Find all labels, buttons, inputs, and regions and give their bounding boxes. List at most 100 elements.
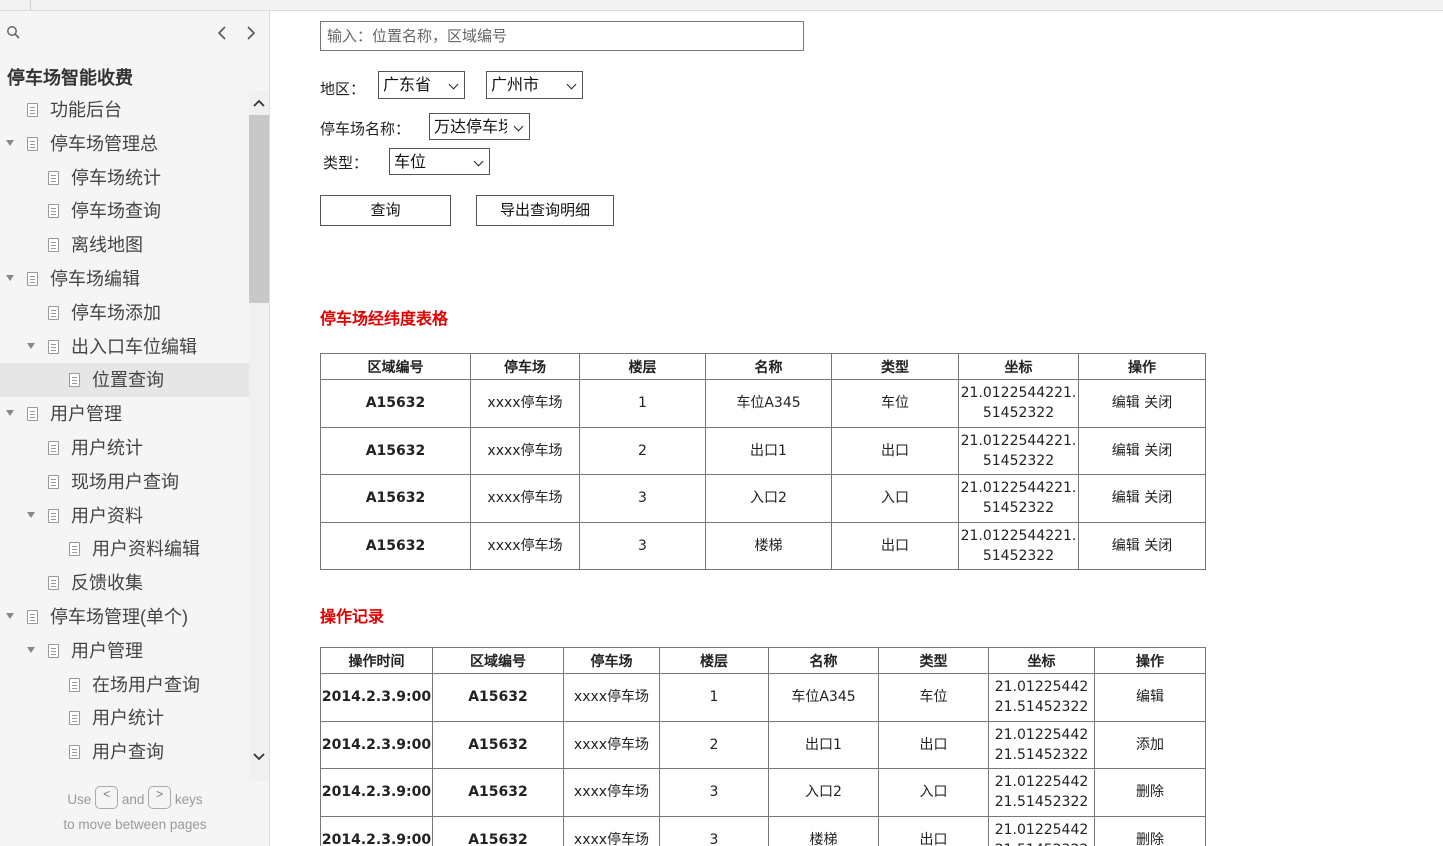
table-cell: xxxx停车场 <box>470 521 580 570</box>
coord-line-2: 21.51452322 <box>994 699 1089 716</box>
sidebar-item[interactable]: 用户资料编辑 <box>0 532 249 566</box>
table-row: A15632 xxxx停车场 3 楼梯 出口 21.0122544221. 51452322… <box>320 521 1206 570</box>
sidebar-item[interactable]: 在场用户查询 <box>0 668 249 702</box>
sidebar-item[interactable]: 离线地图 <box>0 228 249 262</box>
sidebar-item[interactable]: 用户统计 <box>0 431 249 465</box>
coord-line-2: 51452322 <box>982 452 1055 469</box>
table-cell: 出口1 <box>768 720 879 769</box>
province-select[interactable]: 广东省 <box>378 71 465 99</box>
sidebar-item-label: 停车场编辑 <box>50 268 140 289</box>
scroll-down-icon[interactable] <box>251 749 267 765</box>
table-cell: 入口2 <box>768 768 879 817</box>
next-page-icon[interactable] <box>242 23 260 43</box>
expand-arrow-icon[interactable] <box>27 646 35 653</box>
expand-arrow-icon[interactable] <box>27 342 35 349</box>
coord-line-1: 21.01225442 <box>994 821 1089 838</box>
table-cell: xxxx停车场 <box>563 815 660 846</box>
document-icon <box>48 508 59 523</box>
coord-line-1: 21.0122544221. <box>960 480 1077 497</box>
search-input[interactable] <box>320 21 804 51</box>
prev-page-icon[interactable] <box>213 23 231 43</box>
table-cell: 2014.2.3.9:00 <box>320 720 433 769</box>
type-select[interactable]: 车位 <box>389 148 490 175</box>
top-divider <box>30 0 31 11</box>
query-button[interactable]: 查询 <box>320 195 451 226</box>
table-cell: A15632 <box>320 379 471 428</box>
coord-line-2: 51452322 <box>982 500 1055 517</box>
sidebar-item[interactable]: 反馈收集 <box>0 566 249 600</box>
close-link[interactable]: 关闭 <box>1144 490 1172 506</box>
column-header: 坐标 <box>988 647 1095 674</box>
type-label: 类型： <box>323 154 369 172</box>
sidebar-scroll-thumb[interactable] <box>249 115 269 303</box>
sidebar-item-label: 用户资料 <box>71 505 143 526</box>
sidebar-item[interactable]: 停车场编辑 <box>0 262 249 296</box>
table-cell: 入口 <box>878 768 989 817</box>
expand-arrow-icon[interactable] <box>6 139 14 146</box>
expand-arrow-icon[interactable] <box>6 410 14 417</box>
coord-line-1: 21.01225442 <box>994 774 1089 791</box>
table-cell: 1 <box>579 379 706 428</box>
sidebar-item-label: 停车场查询 <box>71 201 161 222</box>
sidebar-item-label: 出入口车位编辑 <box>71 336 197 357</box>
sidebar-item[interactable]: 停车场管理总 <box>0 127 249 161</box>
city-select[interactable]: 广州市 <box>486 71 583 99</box>
sidebar-item[interactable]: 停车场查询 <box>0 194 249 228</box>
coord-cell: 21.01225442 21.51452322 <box>988 673 1095 722</box>
expand-arrow-icon[interactable] <box>27 511 35 518</box>
sidebar-item-label: 停车场管理(单个) <box>50 606 188 627</box>
edit-link[interactable]: 编辑 <box>1112 490 1140 506</box>
search-icon[interactable] <box>6 25 22 41</box>
table-cell: A15632 <box>432 768 564 817</box>
action-link[interactable]: 删除 <box>1094 768 1206 817</box>
sidebar-item[interactable]: 停车场添加 <box>0 296 249 330</box>
sidebar-item[interactable]: 用户管理 <box>0 397 249 431</box>
sidebar-item-label: 停车场管理总 <box>50 133 158 154</box>
table-cell: 出口 <box>831 521 959 570</box>
document-icon <box>48 440 59 455</box>
table-cell: 2014.2.3.9:00 <box>320 815 433 846</box>
table-cell: A15632 <box>320 426 471 475</box>
close-link[interactable]: 关闭 <box>1144 538 1172 554</box>
sidebar-item[interactable]: 现场用户查询 <box>0 465 249 499</box>
column-header: 区域编号 <box>320 353 471 380</box>
sidebar-item[interactable]: 用户资料 <box>0 499 249 533</box>
action-link[interactable]: 添加 <box>1094 720 1206 769</box>
parking-select[interactable]: 万达停车场 <box>429 113 530 140</box>
coord-line-1: 21.01225442 <box>994 726 1089 743</box>
table-row: A15632 xxxx停车场 3 入口2 入口 21.0122544221. 5145232… <box>320 474 1206 523</box>
sidebar-item[interactable]: 位置查询 <box>0 363 249 398</box>
sidebar-item[interactable]: 停车场管理(单个) <box>0 600 249 634</box>
sidebar-item[interactable]: 停车场统计 <box>0 161 249 195</box>
table-row: A15632 xxxx停车场 1 车位A345 车位 21.0122544221. 5145… <box>320 379 1206 428</box>
sidebar-item-label: 反馈收集 <box>71 573 143 594</box>
sidebar-item[interactable]: 用户统计 <box>0 701 249 735</box>
sidebar-item[interactable]: 功能后台 <box>0 93 249 127</box>
column-header: 坐标 <box>958 353 1079 380</box>
edit-link[interactable]: 编辑 <box>1112 443 1140 459</box>
action-link[interactable]: 删除 <box>1094 815 1206 846</box>
table-cell: xxxx停车场 <box>563 720 660 769</box>
close-link[interactable]: 关闭 <box>1144 395 1172 411</box>
sidebar-item[interactable]: 用户查询 <box>0 735 249 769</box>
action-link[interactable]: 编辑 <box>1094 673 1206 722</box>
sidebar-item-label: 功能后台 <box>50 100 122 120</box>
edit-link[interactable]: 编辑 <box>1112 395 1140 411</box>
expand-arrow-icon[interactable] <box>6 274 14 281</box>
sidebar-item[interactable]: 出入口车位编辑 <box>0 330 249 364</box>
expand-arrow-icon[interactable] <box>6 612 14 619</box>
column-header: 操作时间 <box>320 647 433 674</box>
window-top-strip <box>0 0 1443 11</box>
export-button[interactable]: 导出查询明细 <box>476 195 614 226</box>
table-cell: xxxx停车场 <box>470 379 580 428</box>
table-cell: 车位A345 <box>705 379 832 428</box>
close-link[interactable]: 关闭 <box>1144 443 1172 459</box>
table-cell: 车位A345 <box>768 673 879 722</box>
document-icon <box>27 271 38 286</box>
scroll-up-icon[interactable] <box>251 95 267 111</box>
edit-link[interactable]: 编辑 <box>1112 538 1140 554</box>
document-icon <box>48 474 59 489</box>
sidebar-item[interactable]: 用户管理 <box>0 634 249 668</box>
column-header: 名称 <box>705 353 832 380</box>
column-header: 名称 <box>768 647 879 674</box>
